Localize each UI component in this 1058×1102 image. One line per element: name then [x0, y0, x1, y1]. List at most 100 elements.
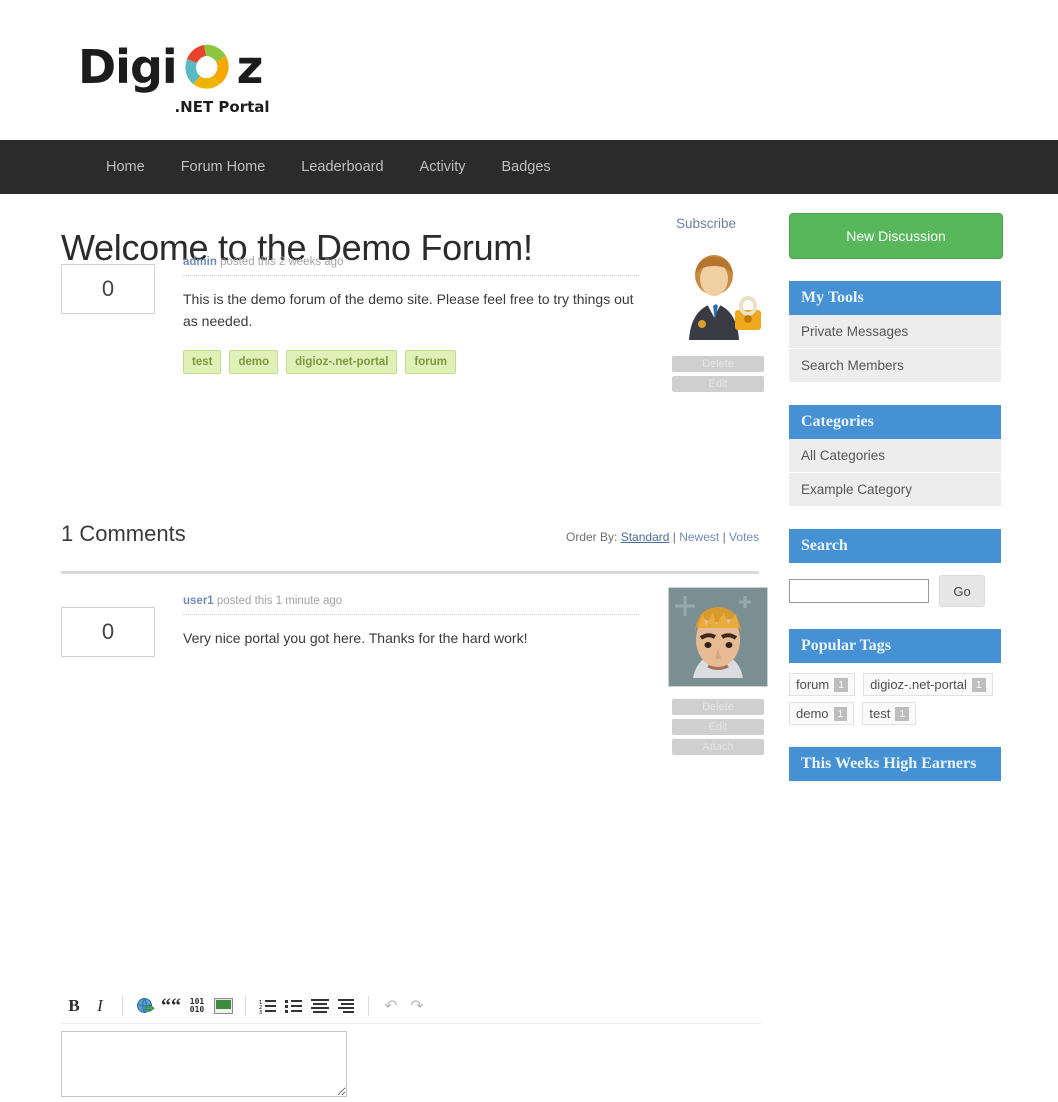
order-by-votes[interactable]: Votes	[729, 530, 759, 544]
order-separator: |	[723, 530, 726, 544]
user1-avatar[interactable]	[668, 587, 768, 687]
align-right-icon[interactable]	[333, 993, 359, 1019]
topic-delete-button[interactable]: Delete	[672, 356, 764, 372]
comments-count-heading: 1 Comments	[61, 521, 186, 547]
site-header: Digi z .NET Portal	[0, 0, 1058, 140]
site-logo[interactable]: Digi z .NET Portal	[78, 38, 308, 126]
logo-tagline: .NET Portal	[78, 98, 308, 116]
popular-tag-count: 1	[895, 707, 909, 721]
popular-tag-label: forum	[796, 677, 829, 692]
comment-author[interactable]: user1	[183, 595, 214, 607]
code-block-icon[interactable]: 101010	[184, 993, 210, 1019]
popular-tag-label: demo	[796, 706, 829, 721]
popular-tag[interactable]: demo 1	[789, 702, 854, 725]
topic-body-wrap: admin posted this 2 weeks ago This is th…	[183, 256, 639, 374]
popular-tags-list: forum 1 digioz-.net-portal 1 demo 1 test…	[789, 663, 1019, 725]
panel-title-high-earners: This Weeks High Earners	[789, 747, 1001, 781]
topic-tag[interactable]: forum	[405, 350, 456, 374]
forum-page: Digi z .NET Portal	[0, 0, 1058, 877]
undo-icon[interactable]: ↶	[378, 993, 404, 1019]
comment-meta-suffix: posted this 1 minute ago	[217, 595, 342, 607]
topic-post: 0 admin posted this 2 weeks ago This is …	[0, 256, 770, 426]
topic-avatar-column: Delete Edit	[668, 248, 768, 396]
comment-avatar-column: Delete Edit Attach	[668, 587, 768, 759]
topic-tag[interactable]: test	[183, 350, 221, 374]
panel-my-tools: My Tools Private Messages Search Members	[789, 281, 1001, 383]
popular-tag-count: 1	[834, 707, 848, 721]
comment-input[interactable]	[61, 1031, 347, 1097]
logo-text-right: z	[237, 38, 263, 96]
bold-icon[interactable]: B	[61, 993, 87, 1019]
nav-list: Home Forum Home Leaderboard Activity Bad…	[88, 140, 569, 194]
sidebar: New Discussion My Tools Private Messages…	[789, 213, 1001, 803]
popular-tag[interactable]: test 1	[862, 702, 916, 725]
topic-action-buttons: Delete Edit	[672, 356, 764, 392]
search-body: Go	[789, 563, 1001, 607]
topic-meta-suffix: posted this 2 weeks ago	[220, 256, 343, 268]
order-by-bar: Order By: Standard | Newest | Votes	[566, 530, 759, 544]
sidebar-item-example-category[interactable]: Example Category	[789, 473, 1001, 507]
panel-title-categories: Categories	[789, 405, 1001, 439]
nav-item-forum-home[interactable]: Forum Home	[163, 140, 284, 194]
main-navbar: Home Forum Home Leaderboard Activity Bad…	[0, 140, 1058, 194]
panel-title-search: Search	[789, 529, 1001, 563]
topic-text: This is the demo forum of the demo site.…	[183, 288, 639, 332]
topic-edit-button[interactable]: Edit	[672, 376, 764, 392]
panel-title-my-tools: My Tools	[789, 281, 1001, 315]
popular-tag-label: digioz-.net-portal	[870, 677, 967, 692]
comments-header: 1 Comments Order By: Standard | Newest |…	[0, 521, 770, 575]
nav-item-home[interactable]: Home	[88, 140, 163, 194]
digioz-swirl-icon	[178, 38, 236, 96]
subscribe-link[interactable]: Subscribe	[676, 216, 736, 231]
popular-tag-count: 1	[972, 678, 986, 692]
nav-item-badges[interactable]: Badges	[483, 140, 568, 194]
new-discussion-button[interactable]: New Discussion	[789, 213, 1003, 259]
unordered-list-icon[interactable]	[281, 993, 307, 1019]
redo-icon[interactable]: ↷	[404, 993, 430, 1019]
topic-vote-count[interactable]: 0	[61, 264, 155, 314]
popular-tag-label: test	[869, 706, 890, 721]
nav-item-activity[interactable]: Activity	[402, 140, 484, 194]
toolbar-separator	[368, 996, 369, 1016]
svg-text:3: 3	[259, 1010, 262, 1014]
popular-tag[interactable]: forum 1	[789, 673, 855, 696]
insert-image-icon[interactable]	[210, 993, 236, 1019]
panel-search: Search Go	[789, 529, 1001, 607]
search-go-button[interactable]: Go	[939, 575, 985, 607]
link-globe-icon[interactable]	[132, 993, 158, 1019]
popular-tag-count: 1	[834, 678, 848, 692]
sidebar-item-search-members[interactable]: Search Members	[789, 349, 1001, 383]
comment-delete-button[interactable]: Delete	[672, 699, 764, 715]
main-column: Welcome to the Demo Forum! Subscribe 0 a…	[0, 194, 770, 795]
comment-vote-count[interactable]: 0	[61, 607, 155, 657]
order-by-standard[interactable]: Standard	[621, 530, 670, 544]
panel-categories: Categories All Categories Example Catego…	[789, 405, 1001, 507]
editor-toolbar: B I ““ 101010	[61, 989, 761, 1024]
search-input[interactable]	[789, 579, 929, 603]
comment-meta: user1 posted this 1 minute ago	[183, 595, 639, 615]
toolbar-separator	[122, 996, 123, 1016]
nav-item-leaderboard[interactable]: Leaderboard	[283, 140, 401, 194]
popular-tag[interactable]: digioz-.net-portal 1	[863, 673, 993, 696]
order-by-newest[interactable]: Newest	[679, 530, 719, 544]
ordered-list-icon[interactable]: 1 2 3	[255, 993, 281, 1019]
order-by-label: Order By:	[566, 530, 617, 544]
comment-body-wrap: user1 posted this 1 minute ago Very nice…	[183, 595, 639, 649]
blockquote-icon[interactable]: ““	[158, 993, 184, 1019]
toolbar-separator	[245, 996, 246, 1016]
comment-edit-button[interactable]: Edit	[672, 719, 764, 735]
comment-attach-button[interactable]: Attach	[672, 739, 764, 755]
admin-avatar[interactable]	[669, 248, 767, 346]
topic-tag[interactable]: demo	[229, 350, 278, 374]
align-center-icon[interactable]	[307, 993, 333, 1019]
italic-icon[interactable]: I	[87, 993, 113, 1019]
topic-tag[interactable]: digioz-.net-portal	[286, 350, 397, 374]
topic-author[interactable]: admin	[183, 256, 217, 268]
panel-popular-tags: Popular Tags forum 1 digioz-.net-portal …	[789, 629, 1001, 725]
panel-title-popular-tags: Popular Tags	[789, 629, 1001, 663]
title-row: Welcome to the Demo Forum! Subscribe	[0, 194, 770, 256]
panel-high-earners: This Weeks High Earners	[789, 747, 1001, 781]
logo-text-left: Digi	[78, 38, 177, 96]
sidebar-item-all-categories[interactable]: All Categories	[789, 439, 1001, 473]
sidebar-item-private-messages[interactable]: Private Messages	[789, 315, 1001, 349]
